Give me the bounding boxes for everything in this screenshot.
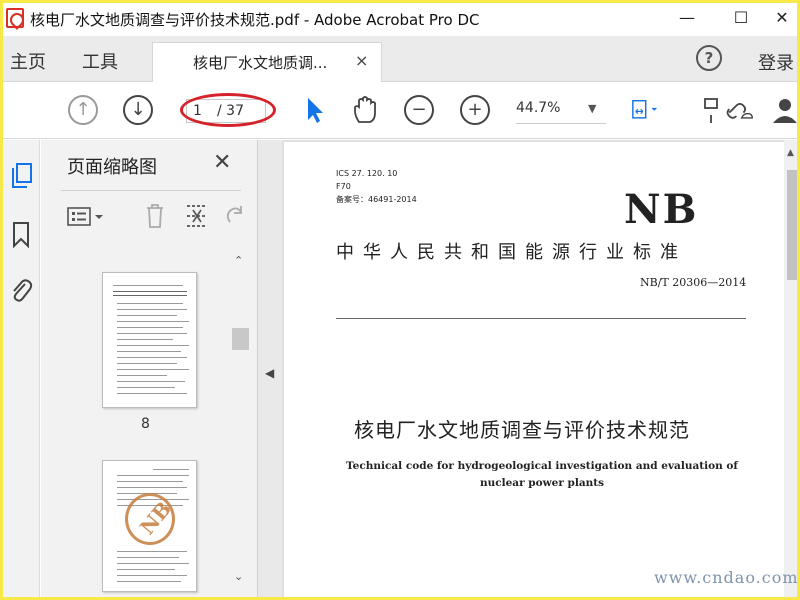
insert-pages-icon[interactable] — [183, 202, 211, 230]
thumbnail-page-8[interactable] — [102, 272, 197, 408]
menu-bar: 主页 工具 核电厂水文地质调... × ? 登录 — [0, 36, 800, 82]
ics-code-block: ICS 27. 120. 10 F70 备案号：46491-2014 — [336, 167, 417, 206]
menu-home[interactable]: 主页 — [10, 48, 46, 74]
standard-code: NB/T 20306—2014 — [640, 276, 747, 289]
zoom-in-icon[interactable]: + — [460, 95, 490, 125]
previous-page-icon[interactable]: ↑ — [68, 95, 98, 125]
scroll-up-icon[interactable]: ▲ — [787, 148, 794, 158]
toolbar: ↑ ↓ 1 / 37 − + 44.7% ▼ — [0, 83, 800, 139]
document-scrollbar[interactable]: ▲ — [784, 140, 800, 600]
fit-page-icon[interactable] — [630, 95, 660, 125]
classification-code: F70 — [336, 182, 351, 191]
scroll-up-icon[interactable]: ⌃ — [234, 254, 243, 267]
nb-seal-watermark: NB — [125, 493, 176, 545]
thumbnail-scrollbar[interactable]: ⌃ ⌄ — [231, 252, 249, 592]
thumbnail-page-9[interactable]: NB — [102, 460, 197, 592]
bookmark-icon[interactable] — [9, 220, 33, 248]
delete-icon[interactable] — [141, 202, 169, 230]
document-page: ICS 27. 120. 10 F70 备案号：46491-2014 NB 中华… — [284, 142, 784, 600]
panel-close-icon[interactable]: ✕ — [213, 150, 231, 175]
hand-tool-icon[interactable] — [350, 95, 380, 125]
menu-tools[interactable]: 工具 — [82, 48, 118, 74]
nb-logo: NB — [624, 186, 699, 233]
scroll-down-icon[interactable]: ⌄ — [234, 570, 243, 583]
share-link-icon[interactable] — [724, 95, 754, 125]
acrobat-logo-icon — [6, 8, 24, 28]
thumbnail-panel: 页面缩略图 ✕ ⌃ ⌄ 8 NB — [41, 140, 258, 600]
record-number: 备案号：46491-2014 — [336, 195, 417, 204]
close-button[interactable]: ✕ — [764, 0, 800, 36]
panel-splitter[interactable]: ◀ — [258, 140, 282, 600]
panel-divider — [61, 190, 241, 191]
document-view: ICS 27. 120. 10 F70 备案号：46491-2014 NB 中华… — [282, 140, 800, 600]
rotate-icon[interactable] — [221, 202, 249, 230]
comment-tool-icon[interactable] — [694, 95, 724, 125]
navigation-rail — [0, 140, 40, 600]
zoom-level-select[interactable]: 44.7% ▼ — [516, 100, 606, 124]
tab-document-label: 核电厂水文地质调... — [193, 54, 328, 72]
attachment-icon[interactable] — [9, 276, 33, 304]
ics-code: ICS 27. 120. 10 — [336, 169, 398, 178]
collapse-panel-icon[interactable]: ◀ — [265, 366, 274, 380]
maximize-button[interactable]: ☐ — [718, 0, 764, 36]
highlight-annotation — [180, 93, 276, 127]
document-title-cn: 核电厂水文地质调查与评价技术规范 — [354, 418, 690, 442]
tab-close-button[interactable]: × — [355, 51, 368, 70]
standard-title: 中华人民共和国能源行业标准 — [336, 242, 687, 263]
login-button[interactable]: 登录 — [758, 49, 794, 75]
panel-title: 页面缩略图 — [67, 157, 157, 178]
tab-document[interactable]: 核电厂水文地质调... × — [152, 42, 382, 82]
scrollbar-thumb[interactable] — [787, 170, 797, 280]
minimize-button[interactable]: — — [664, 0, 710, 36]
window-title: 核电厂水文地质调查与评价技术规范.pdf - Adobe Acrobat Pro… — [30, 11, 480, 29]
panel-toolbar — [61, 200, 251, 232]
thumbnail-label: 8 — [141, 416, 150, 432]
title-bar: 核电厂水文地质调查与评价技术规范.pdf - Adobe Acrobat Pro… — [0, 0, 800, 36]
chevron-down-icon: ▼ — [588, 102, 597, 115]
account-icon[interactable] — [770, 95, 800, 125]
help-icon[interactable]: ? — [696, 45, 722, 71]
site-watermark: www.cndao.com — [654, 568, 799, 587]
select-cursor-icon[interactable] — [300, 95, 330, 125]
next-page-icon[interactable]: ↓ — [123, 95, 153, 125]
zoom-level: 44.7% — [516, 100, 561, 116]
options-menu-icon[interactable] — [67, 206, 107, 228]
zoom-out-icon[interactable]: − — [404, 95, 434, 125]
document-title-en: Technical code for hydrogeological inves… — [346, 460, 738, 489]
page-thumbnails-icon[interactable] — [9, 162, 33, 190]
scrollbar-thumb[interactable] — [232, 328, 249, 350]
title-rule — [336, 318, 746, 319]
